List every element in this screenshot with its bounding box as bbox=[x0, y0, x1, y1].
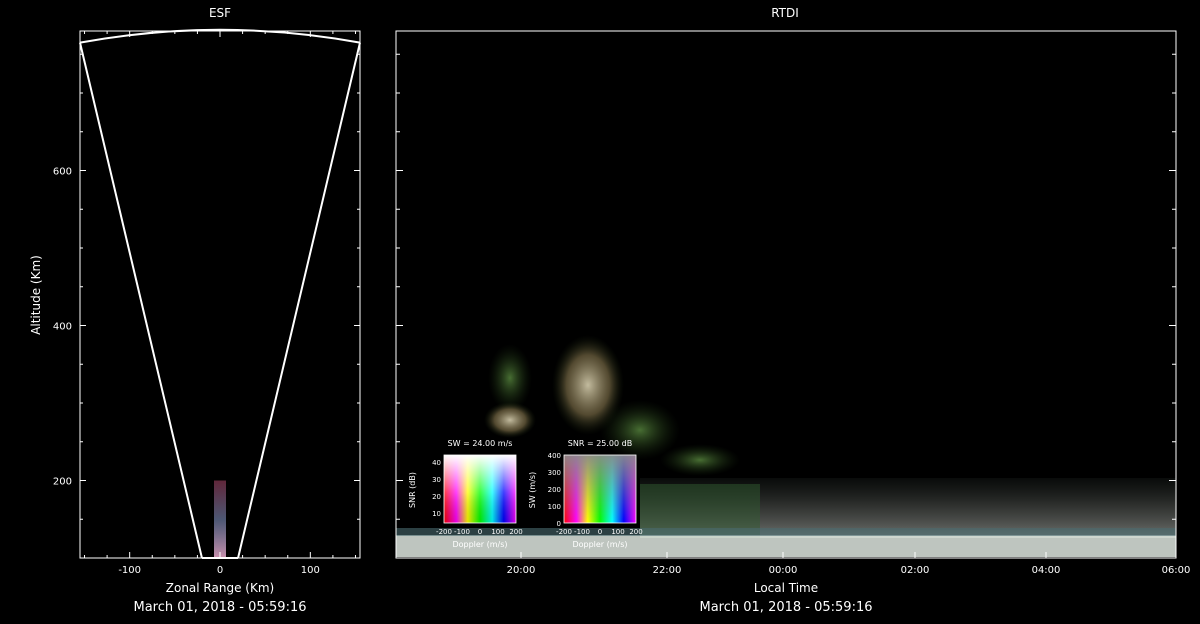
legend-y-tick-label: 30 bbox=[432, 476, 441, 484]
esf-xlabel: Zonal Range (Km) bbox=[166, 581, 274, 595]
legend2-ylabel: SW (m/s) bbox=[528, 472, 537, 508]
legend-x-tick-label: -100 bbox=[454, 528, 470, 536]
rtdi-xlabel: Local Time bbox=[754, 581, 818, 595]
esf-y-tick-label: 200 bbox=[53, 477, 72, 488]
legend2-title: SNR = 25.00 dB bbox=[568, 439, 632, 448]
esf-x-tick-label: -100 bbox=[118, 565, 141, 576]
rtdi-x-tick-label: 00:00 bbox=[769, 565, 798, 576]
esf-x-tick-label: 100 bbox=[301, 565, 320, 576]
esf-y-tick-label: 600 bbox=[53, 167, 72, 178]
legend1-ylabel: SNR (dB) bbox=[408, 472, 417, 508]
legend-y-tick-label: 300 bbox=[548, 469, 561, 477]
legend-y-tick-label: 400 bbox=[548, 452, 561, 460]
legend-y-tick-label: 10 bbox=[432, 510, 441, 518]
legend-x-tick-label: -200 bbox=[436, 528, 452, 536]
legend-x-tick-label: 0 bbox=[598, 528, 602, 536]
esf-y-tick-label: 400 bbox=[53, 322, 72, 333]
legend1-xlabel: Doppler (m/s) bbox=[452, 540, 507, 549]
esf-x-tick-label: 0 bbox=[217, 565, 223, 576]
legend2-xlabel: Doppler (m/s) bbox=[572, 540, 627, 549]
legend1-y-ticks: 10 20 30 40 bbox=[432, 459, 441, 518]
legend-x-tick-label: 100 bbox=[491, 528, 504, 536]
esf-ylabel: Altitude (Km) bbox=[29, 255, 43, 335]
esf-panel: ESF -100 0 100 200400600 Zonal Range (Km) … bbox=[29, 6, 361, 615]
legend-x-tick-label: 0 bbox=[478, 528, 482, 536]
legend2-y-ticks: 0 100 200 300 400 bbox=[548, 452, 561, 528]
legend-x-tick-label: 200 bbox=[509, 528, 522, 536]
rtdi-x-tick-label: 02:00 bbox=[901, 565, 930, 576]
rtdi-footer: March 01, 2018 - 05:59:16 bbox=[700, 600, 873, 615]
legend-y-tick-label: 100 bbox=[548, 503, 561, 511]
rtdi-x-tick-label: 04:00 bbox=[1032, 565, 1061, 576]
legend-y-tick-label: 40 bbox=[432, 459, 441, 467]
legend-y-tick-label: 0 bbox=[557, 520, 561, 528]
rtdi-image bbox=[396, 335, 1176, 557]
rtdi-title: RTDI bbox=[771, 6, 799, 20]
rtdi-x-tick-label: 06:00 bbox=[1162, 565, 1191, 576]
legend1-x-ticks: -200 -100 0 100 200 bbox=[436, 528, 523, 536]
legend-x-tick-label: 100 bbox=[611, 528, 624, 536]
rtdi-x-tick-label: 20:00 bbox=[507, 565, 536, 576]
esf-footer: March 01, 2018 - 05:59:16 bbox=[134, 600, 307, 615]
esf-title: ESF bbox=[209, 6, 231, 20]
legend-y-tick-label: 200 bbox=[548, 486, 561, 494]
legend1-title: SW = 24.00 m/s bbox=[448, 439, 513, 448]
legend-x-tick-label: 200 bbox=[629, 528, 642, 536]
esf-beam-left-edge bbox=[79, 42, 203, 559]
radar-display: ESF -100 0 100 200 400 600 Zonal Range (Km) … bbox=[0, 0, 1200, 620]
esf-y-ticks: 200 400 600 bbox=[53, 53, 360, 559]
esf-beam-right-edge bbox=[237, 42, 361, 559]
legend-x-tick-label: -100 bbox=[574, 528, 590, 536]
legend-x-tick-label: -200 bbox=[556, 528, 572, 536]
esf-plot-frame bbox=[79, 30, 361, 559]
rtdi-x-tick-label: 22:00 bbox=[653, 565, 682, 576]
rtdi-panel: RTDI 20:00 22:00 00:00 02:00 04:00 06:00 Loca… bbox=[395, 6, 1191, 615]
legend2-x-ticks: -200 -100 0 100 200 bbox=[556, 528, 643, 536]
radar-charts-svg: ESF -100 0 100 200400600 Zonal Range (Km) … bbox=[29, 6, 1191, 615]
legend-y-tick-label: 20 bbox=[432, 493, 441, 501]
esf-echo bbox=[214, 480, 226, 558]
